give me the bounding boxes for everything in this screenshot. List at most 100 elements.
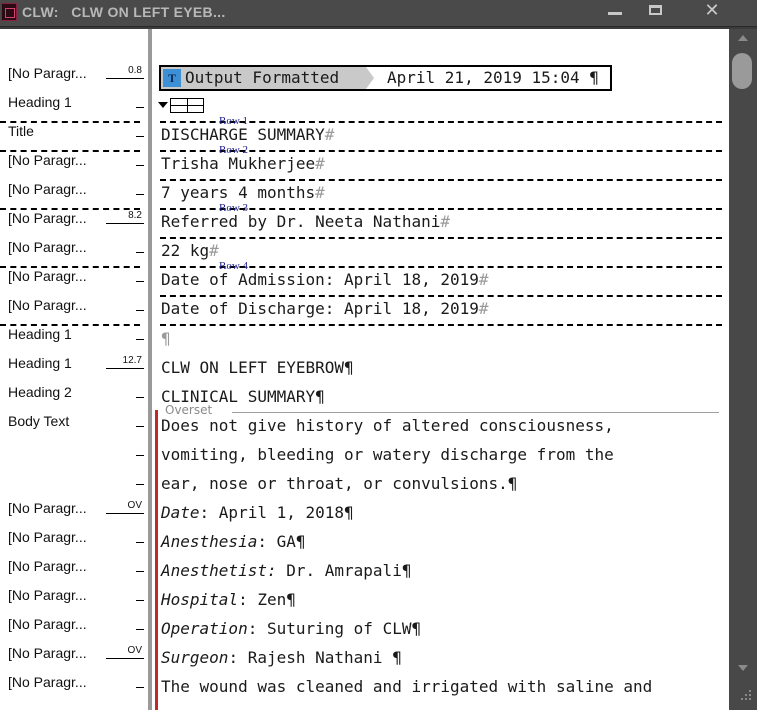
depth-ruler-value: 8.2 (128, 210, 142, 221)
close-icon: ✕ (704, 0, 720, 21)
style-row[interactable]: [No Paragr... 0.8 (0, 58, 146, 87)
table-cell[interactable]: Date of Admission: April 18, 2019# (161, 270, 489, 289)
paragraph-style-name: Heading 2 (8, 384, 72, 400)
table-cell[interactable]: 22 kg# (161, 241, 219, 260)
row-tick (136, 281, 144, 282)
paragraph-style-name: [No Paragr... (8, 268, 87, 284)
tag-label: Output Formatted (185, 68, 340, 87)
style-row[interactable]: [No Paragr... (0, 609, 146, 638)
depth-ruler-line (106, 513, 144, 514)
anesthetist-line[interactable]: Anesthetist: Dr. Amrapali¶ (161, 561, 411, 580)
body-text-line[interactable]: vomiting, bleeding or watery discharge f… (161, 445, 623, 464)
depth-ruler-line (106, 223, 144, 224)
style-row[interactable]: [No Paragr... (0, 290, 146, 319)
depth-ruler-value: OV (127, 500, 142, 511)
scroll-thumb[interactable] (732, 53, 752, 89)
vertical-scrollbar[interactable] (729, 29, 757, 710)
collapse-triangle-icon[interactable] (158, 102, 168, 108)
style-row[interactable]: Heading 1 12.7 (0, 348, 146, 377)
paragraph-style-name: [No Paragr... (8, 645, 87, 661)
table-icon[interactable] (158, 98, 204, 115)
depth-ruler-line (106, 368, 144, 369)
paragraph-style-name: [No Paragr... (8, 558, 87, 574)
paragraph-style-name: Body Text (8, 413, 70, 429)
scroll-up-icon[interactable] (738, 35, 748, 41)
minimize-button[interactable] (594, 0, 634, 22)
empty-paragraph[interactable]: ¶ (161, 329, 171, 348)
row-tick (136, 629, 144, 630)
depth-ruler-value: OV (127, 645, 142, 656)
table-cell-separator (160, 237, 722, 239)
style-row[interactable]: [No Paragr... OV (0, 493, 146, 522)
style-row[interactable] (0, 464, 146, 493)
date-line[interactable]: Date: April 1, 2018¶ (161, 503, 354, 522)
row-tick (136, 600, 144, 601)
resize-grip-icon[interactable] (739, 688, 753, 702)
story-text-area[interactable]: T Output Formatted April 21, 2019 15:04 … (152, 29, 729, 710)
style-row[interactable] (0, 435, 146, 464)
style-row[interactable]: Heading 2 (0, 377, 146, 406)
paragraph-style-name: [No Paragr... (8, 65, 87, 81)
table-cell-separator (160, 295, 722, 297)
table-cell-separator (160, 179, 722, 181)
anesthesia-line[interactable]: Anesthesia: GA¶ (161, 532, 306, 551)
table-cell[interactable]: DISCHARGE SUMMARY# (161, 125, 334, 144)
row-tick (136, 194, 144, 195)
row-tick (136, 426, 144, 427)
table-grid-icon (170, 98, 204, 113)
scroll-down-icon[interactable] (738, 665, 748, 671)
tag-date: April 21, 2019 15:04 ¶ (387, 68, 599, 87)
style-row[interactable]: [No Paragr... (0, 580, 146, 609)
app-icon (1, 3, 17, 21)
depth-ruler-value: 0.8 (128, 65, 142, 76)
style-row[interactable]: [No Paragr... (0, 522, 146, 551)
row-tick (136, 107, 144, 108)
table-row-marker (0, 121, 140, 123)
row-tick (136, 339, 144, 340)
row-tick (136, 136, 144, 137)
table-cell[interactable]: Referred by Dr. Neeta Nathani# (161, 212, 450, 231)
body-text-line[interactable]: The wound was cleaned and irrigated with… (161, 677, 662, 696)
depth-ruler-value: 12.7 (122, 355, 142, 366)
hospital-line[interactable]: Hospital: Zen¶ (161, 590, 296, 609)
style-row[interactable]: [No Paragr... (0, 667, 146, 696)
paragraph-style-name: [No Paragr... (8, 152, 87, 168)
table-cell[interactable]: Date of Discharge: April 18, 2019# (161, 299, 489, 318)
row-tick (136, 252, 144, 253)
text-variable-icon: T (163, 69, 181, 87)
paragraph-style-name: [No Paragr... (8, 616, 87, 632)
table-cell[interactable]: 7 years 4 months# (161, 183, 325, 202)
paragraph-style-name: [No Paragr... (8, 210, 87, 226)
row-tick (136, 165, 144, 166)
minimize-icon (608, 12, 622, 15)
output-formatted-tag[interactable]: T Output Formatted April 21, 2019 15:04 … (159, 65, 612, 91)
tag-label-area: T Output Formatted (161, 67, 366, 89)
paragraph-style-name: [No Paragr... (8, 529, 87, 545)
story-heading[interactable]: CLW ON LEFT EYEBROW¶ (161, 358, 354, 377)
surgeon-line[interactable]: Surgeon: Rajesh Nathani ¶ (161, 648, 402, 667)
row-tick (136, 397, 144, 398)
paragraph-style-name: Title (8, 123, 34, 139)
maximize-icon (649, 5, 662, 15)
operation-line[interactable]: Operation: Suturing of CLW¶ (161, 619, 421, 638)
paragraph-style-name: [No Paragr... (8, 239, 87, 255)
paragraph-style-name: [No Paragr... (8, 587, 87, 603)
row-tick (136, 571, 144, 572)
window-title: CLW: CLW ON LEFT EYEB... (22, 4, 226, 20)
maximize-button[interactable] (636, 0, 676, 22)
style-row[interactable]: [No Paragr... (0, 174, 146, 203)
table-cell[interactable]: Trisha Mukherjee# (161, 154, 325, 173)
table-row-marker (0, 150, 140, 152)
body-text-line[interactable]: ear, nose or throat, or convulsions.¶ (161, 474, 517, 493)
style-row[interactable]: [No Paragr... (0, 551, 146, 580)
table-row-marker (0, 266, 140, 268)
style-row[interactable]: [No Paragr... (0, 232, 146, 261)
style-row[interactable]: [No Paragr... OV (0, 638, 146, 667)
style-row[interactable]: Body Text (0, 406, 146, 435)
body-text-line[interactable]: Does not give history of altered conscio… (161, 416, 623, 435)
style-row[interactable]: Heading 1 (0, 87, 146, 116)
close-button[interactable]: ✕ (690, 0, 734, 22)
row-tick (136, 542, 144, 543)
row-tick (136, 455, 144, 456)
row-tick (136, 484, 144, 485)
